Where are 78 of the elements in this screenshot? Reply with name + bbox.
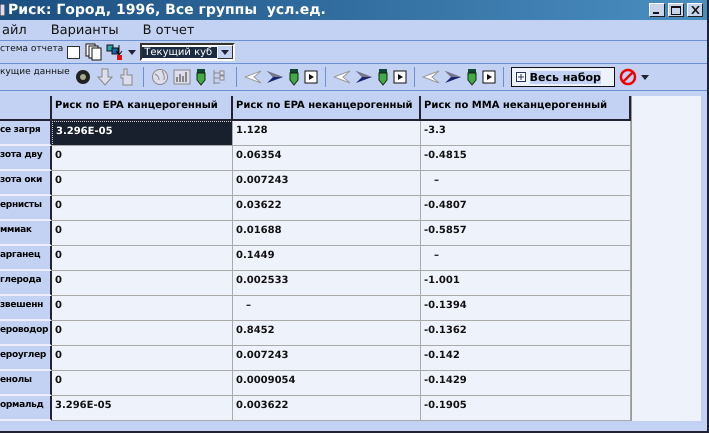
row-header[interactable]: глерода: [0, 271, 52, 296]
close-icon: [690, 6, 700, 14]
table-cell[interactable]: 0.0009054: [233, 371, 421, 396]
menu-item[interactable]: В отчет: [142, 22, 194, 38]
table-cell[interactable]: 0: [52, 271, 233, 296]
column-header[interactable]: Риск по EPA канцерогенный: [52, 96, 233, 121]
toolbar-label: кущие данные: [0, 67, 70, 77]
dropdown-button[interactable]: [217, 45, 234, 59]
row-header[interactable]: енолы: [0, 371, 52, 396]
row-header[interactable]: зота оки: [0, 171, 52, 196]
row-header[interactable]: ормальд: [0, 396, 52, 421]
caret-icon: [221, 50, 230, 54]
table-cell[interactable]: –: [421, 246, 631, 271]
table-cell[interactable]: 0: [52, 196, 233, 221]
row-header[interactable]: се загря: [0, 121, 52, 146]
table-cell[interactable]: 0: [52, 371, 233, 396]
cubes-icon[interactable]: [106, 43, 124, 61]
table-cell[interactable]: -1.001: [421, 271, 631, 296]
table-cell[interactable]: 0: [52, 296, 233, 321]
table-cell[interactable]: -0.5857: [421, 221, 631, 246]
table-cell[interactable]: -3.3: [421, 121, 631, 146]
checkbox[interactable]: [67, 46, 80, 58]
set-field[interactable]: Весь набор: [510, 67, 615, 87]
column-header[interactable]: Риск по EPA неканцерогенный: [233, 96, 421, 121]
menu-item[interactable]: Варианты: [50, 22, 119, 38]
app-icon: [0, 4, 5, 16]
table-cell[interactable]: -0.4807: [421, 196, 631, 221]
table-cell[interactable]: 3.296E-05: [52, 396, 233, 421]
toolbar-label: стема отчета: [0, 44, 64, 54]
row-header[interactable]: зота дву: [0, 146, 52, 171]
minimize-button[interactable]: [649, 3, 665, 17]
table-cell[interactable]: -0.142: [421, 346, 631, 371]
play-button-icon[interactable]: [392, 68, 407, 86]
table-cell[interactable]: -0.1394: [421, 296, 631, 321]
table-cell[interactable]: 0: [52, 246, 233, 271]
table-cell[interactable]: 0.002533: [233, 271, 421, 296]
play-button-icon[interactable]: [482, 68, 496, 86]
table-cell[interactable]: 0.01688: [233, 221, 421, 246]
menu-item[interactable]: айл: [2, 22, 27, 38]
row-header[interactable]: ероуглер: [0, 346, 52, 371]
table-cell[interactable]: 3.296E-05: [52, 121, 233, 146]
close-button[interactable]: [687, 3, 703, 17]
table-cell[interactable]: -0.4815: [421, 146, 631, 171]
table-cell[interactable]: 0: [52, 171, 233, 196]
row-header[interactable]: арганец: [0, 246, 52, 271]
row-header[interactable]: ероводор: [0, 321, 52, 346]
maximize-icon: [671, 6, 681, 14]
caret-icon: [128, 50, 136, 54]
row-header[interactable]: ернисты: [0, 196, 52, 221]
table-cell[interactable]: -0.1362: [421, 321, 631, 346]
table-cell[interactable]: –: [233, 296, 421, 321]
table-cell[interactable]: 0.003622: [233, 396, 421, 421]
table-cell[interactable]: 0.007243: [233, 171, 421, 196]
table-cell[interactable]: 0.1449: [233, 246, 421, 271]
caret-icon: [640, 74, 649, 80]
maximize-button[interactable]: [668, 3, 684, 17]
table-cell[interactable]: 0: [52, 346, 233, 371]
table-cell[interactable]: -0.1429: [421, 371, 631, 396]
row-header[interactable]: звешенн: [0, 296, 52, 321]
row-header[interactable]: ммиак: [0, 221, 52, 246]
window-title: Риск: Город, 1996, Все группы усл.ед.: [8, 2, 327, 18]
table-cell[interactable]: 0.06354: [233, 146, 421, 171]
table-cell[interactable]: 0: [52, 321, 233, 346]
table-cell[interactable]: 0.007243: [233, 346, 421, 371]
pages-icon[interactable]: [84, 43, 102, 61]
prohibited-icon[interactable]: [618, 68, 637, 86]
table-cell[interactable]: 1.128: [233, 121, 421, 146]
record-icon[interactable]: [74, 68, 92, 86]
table-cell[interactable]: 0: [52, 221, 233, 246]
table-cell[interactable]: –: [421, 171, 631, 196]
table-cell[interactable]: 0: [52, 146, 233, 171]
table-cell[interactable]: -0.1905: [421, 396, 631, 421]
table-cell[interactable]: 0.8452: [233, 321, 421, 346]
cube-combo[interactable]: Текущий куб: [140, 43, 236, 61]
expand-icon[interactable]: [516, 72, 526, 82]
column-header[interactable]: Риск по MMA неканцерогенный: [421, 96, 631, 121]
play-button-icon[interactable]: [304, 68, 318, 86]
table-cell[interactable]: 0.03622: [233, 196, 421, 221]
